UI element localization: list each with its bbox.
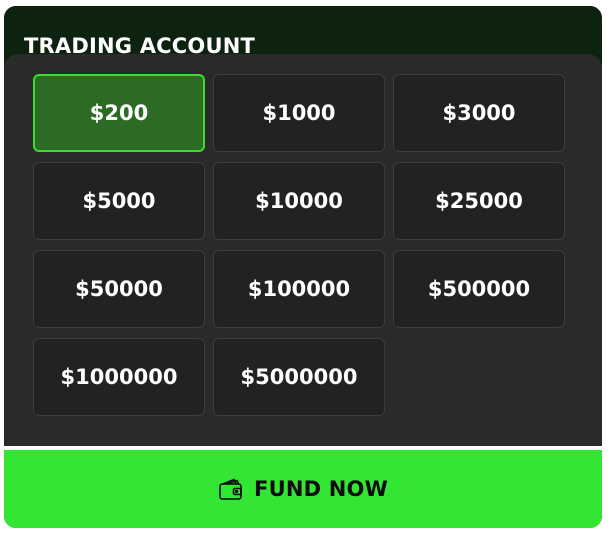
amount-button-10000[interactable]: $10000 — [213, 162, 385, 240]
amount-button-100000[interactable]: $100000 — [213, 250, 385, 328]
amount-button-5000000[interactable]: $5000000 — [213, 338, 385, 416]
wallet-icon — [218, 477, 244, 501]
fund-now-label: FUND NOW — [254, 477, 388, 501]
amount-button-3000[interactable]: $3000 — [393, 74, 565, 152]
amount-button-25000[interactable]: $25000 — [393, 162, 565, 240]
amount-grid: $200 $1000 $3000 $5000 $10000 $25000 $50… — [33, 74, 565, 416]
amount-button-500000[interactable]: $500000 — [393, 250, 565, 328]
amount-panel: $200 $1000 $3000 $5000 $10000 $25000 $50… — [4, 54, 602, 446]
amount-button-50000[interactable]: $50000 — [33, 250, 205, 328]
trading-account-card: TRADING ACCOUNT $200 $1000 $3000 $5000 $… — [4, 6, 602, 528]
amount-button-200[interactable]: $200 — [33, 74, 205, 152]
fund-now-button[interactable]: FUND NOW — [4, 450, 602, 528]
amount-button-1000000[interactable]: $1000000 — [33, 338, 205, 416]
amount-button-5000[interactable]: $5000 — [33, 162, 205, 240]
amount-button-1000[interactable]: $1000 — [213, 74, 385, 152]
